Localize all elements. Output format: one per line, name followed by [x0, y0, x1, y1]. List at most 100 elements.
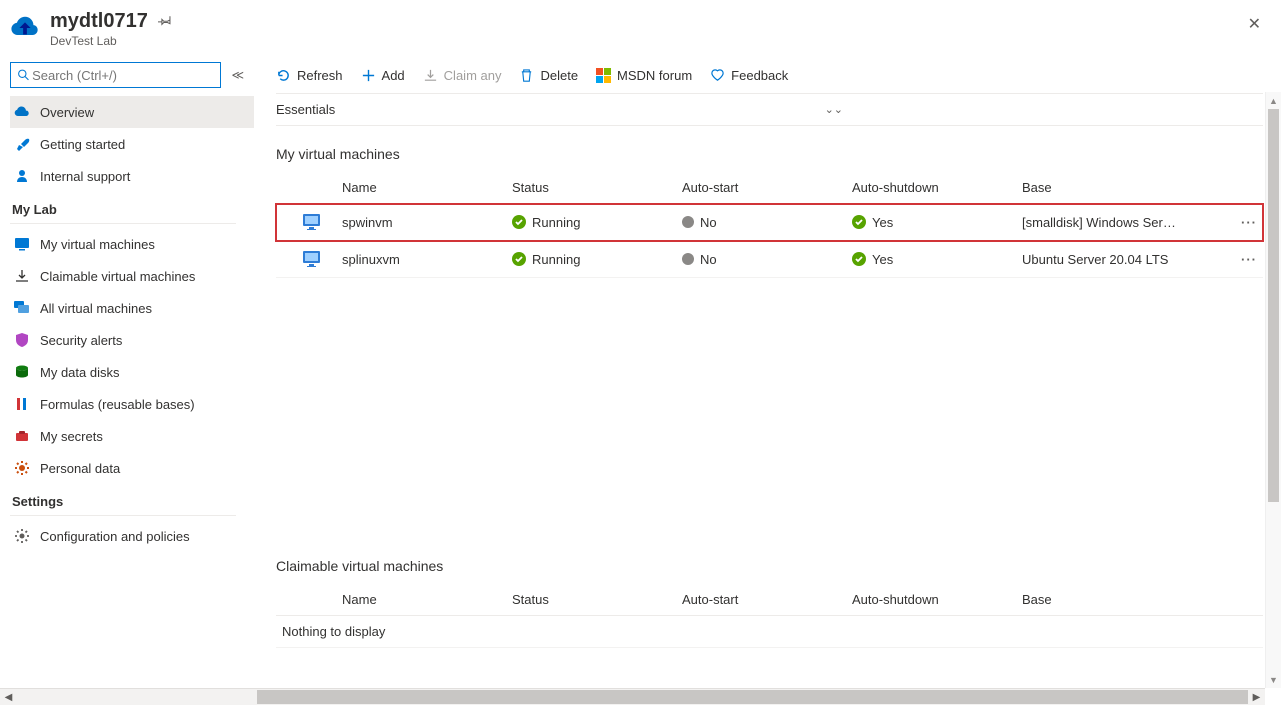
- sidebar-item-label: Configuration and policies: [40, 529, 190, 544]
- disk-icon: [14, 364, 30, 380]
- sidebar-section-mylab: My Lab: [10, 192, 236, 224]
- vm-autostart: No: [700, 215, 717, 230]
- vm-autostart: No: [700, 252, 717, 267]
- sidebar-item-label: Formulas (reusable bases): [40, 397, 195, 412]
- shield-icon: [14, 332, 30, 348]
- essentials-expander[interactable]: Essentials ⌄⌄: [276, 94, 1263, 126]
- refresh-button[interactable]: Refresh: [276, 68, 343, 83]
- status-ok-icon: [512, 252, 526, 266]
- column-autoshutdown[interactable]: Auto-shutdown: [846, 584, 1016, 616]
- table-row-empty: Nothing to display: [276, 616, 1263, 648]
- vm-status: Running: [532, 252, 580, 267]
- microsoft-logo-icon: [596, 68, 611, 83]
- status-ok-icon: [852, 215, 866, 229]
- pin-icon[interactable]: [158, 13, 172, 30]
- claim-any-button: Claim any: [423, 68, 502, 83]
- sidebar-section-settings: Settings: [10, 484, 236, 516]
- column-base[interactable]: Base: [1016, 172, 1233, 204]
- more-actions-icon[interactable]: ···: [1241, 215, 1257, 230]
- sidebar-item-label: My data disks: [40, 365, 119, 380]
- heart-icon: [710, 68, 725, 83]
- vm-icon: [14, 236, 30, 252]
- vm-name: spwinvm: [336, 204, 506, 241]
- sidebar-item-personal-data[interactable]: Personal data: [10, 452, 254, 484]
- search-input-wrapper[interactable]: [10, 62, 221, 88]
- column-status[interactable]: Status: [506, 584, 676, 616]
- sidebar-item-all-vms[interactable]: All virtual machines: [10, 292, 254, 324]
- column-autoshutdown[interactable]: Auto-shutdown: [846, 172, 1016, 204]
- vm-autoshutdown: Yes: [872, 252, 893, 267]
- vm-status: Running: [532, 215, 580, 230]
- vm-base: Ubuntu Server 20.04 LTS: [1022, 252, 1168, 267]
- delete-button[interactable]: Delete: [519, 68, 578, 83]
- status-ok-icon: [852, 252, 866, 266]
- scroll-up-icon[interactable]: ▲: [1266, 92, 1281, 109]
- chevron-down-icon: ⌄⌄: [825, 103, 843, 116]
- sidebar-item-configuration[interactable]: Configuration and policies: [10, 520, 254, 552]
- sidebar-item-getting-started[interactable]: Getting started: [10, 128, 254, 160]
- scroll-right-icon[interactable]: ▶: [1248, 689, 1265, 705]
- add-button[interactable]: Add: [361, 68, 405, 83]
- sidebar-item-label: All virtual machines: [40, 301, 152, 316]
- vm-name: splinuxvm: [336, 241, 506, 278]
- download-icon: [423, 68, 438, 83]
- briefcase-icon: [14, 428, 30, 444]
- flask-icon: [14, 396, 30, 412]
- sidebar-item-internal-support[interactable]: Internal support: [10, 160, 254, 192]
- sidebar-item-label: Internal support: [40, 169, 130, 184]
- section-claimable-title: Claimable virtual machines: [276, 558, 1263, 574]
- more-actions-icon[interactable]: ···: [1241, 252, 1257, 267]
- gear-icon: [14, 528, 30, 544]
- sidebar-item-label: My virtual machines: [40, 237, 155, 252]
- status-ok-icon: [512, 215, 526, 229]
- column-status[interactable]: Status: [506, 172, 676, 204]
- plus-icon: [361, 68, 376, 83]
- essentials-label: Essentials: [276, 102, 335, 117]
- column-name[interactable]: Name: [336, 172, 506, 204]
- search-icon: [17, 68, 30, 82]
- vm-icon: [302, 212, 322, 232]
- cloud-icon: [14, 104, 30, 120]
- scroll-down-icon[interactable]: ▼: [1266, 671, 1281, 688]
- close-icon[interactable]: ✕: [1244, 10, 1265, 38]
- vm-icon: [302, 249, 322, 269]
- status-dot-icon: [682, 253, 694, 265]
- collapse-sidebar-icon[interactable]: ≪: [227, 64, 248, 86]
- rocket-icon: [14, 136, 30, 152]
- claimable-vms-table: Name Status Auto-start Auto-shutdown Bas…: [276, 584, 1263, 648]
- sidebar-item-my-vms[interactable]: My virtual machines: [10, 228, 254, 260]
- my-vms-table: Name Status Auto-start Auto-shutdown Bas…: [276, 172, 1263, 278]
- section-my-vms-title: My virtual machines: [276, 146, 1263, 162]
- page-title: mydtl0717: [50, 10, 148, 33]
- download-icon: [14, 268, 30, 284]
- column-base[interactable]: Base: [1016, 584, 1233, 616]
- horizontal-scrollbar[interactable]: ◀ ▶: [0, 688, 1265, 705]
- sidebar-item-label: Overview: [40, 105, 94, 120]
- scroll-left-icon[interactable]: ◀: [0, 689, 17, 705]
- sidebar-item-claimable-vms[interactable]: Claimable virtual machines: [10, 260, 254, 292]
- sidebar-item-label: My secrets: [40, 429, 103, 444]
- table-row[interactable]: splinuxvm Running No Yes Ubuntu Server 20.04…: [276, 241, 1263, 278]
- sidebar-item-label: Personal data: [40, 461, 120, 476]
- gear-icon: [14, 460, 30, 476]
- vms-icon: [14, 300, 30, 316]
- search-input[interactable]: [30, 67, 214, 84]
- msdn-forum-button[interactable]: MSDN forum: [596, 68, 692, 83]
- devtestlab-cloud-icon: [10, 12, 40, 42]
- column-autostart[interactable]: Auto-start: [676, 584, 846, 616]
- support-icon: [14, 168, 30, 184]
- sidebar-item-formulas[interactable]: Formulas (reusable bases): [10, 388, 254, 420]
- sidebar-item-overview[interactable]: Overview: [10, 96, 254, 128]
- feedback-button[interactable]: Feedback: [710, 68, 788, 83]
- column-autostart[interactable]: Auto-start: [676, 172, 846, 204]
- sidebar-item-label: Getting started: [40, 137, 125, 152]
- sidebar-item-data-disks[interactable]: My data disks: [10, 356, 254, 388]
- refresh-icon: [276, 68, 291, 83]
- sidebar-item-secrets[interactable]: My secrets: [10, 420, 254, 452]
- column-name[interactable]: Name: [336, 584, 506, 616]
- sidebar-item-label: Claimable virtual machines: [40, 269, 195, 284]
- vertical-scrollbar[interactable]: ▲ ▼: [1265, 92, 1281, 688]
- table-row[interactable]: spwinvmRunningNoYes[smalldisk] Windows S…: [276, 204, 1263, 241]
- sidebar-item-security-alerts[interactable]: Security alerts: [10, 324, 254, 356]
- vm-autoshutdown: Yes: [872, 215, 893, 230]
